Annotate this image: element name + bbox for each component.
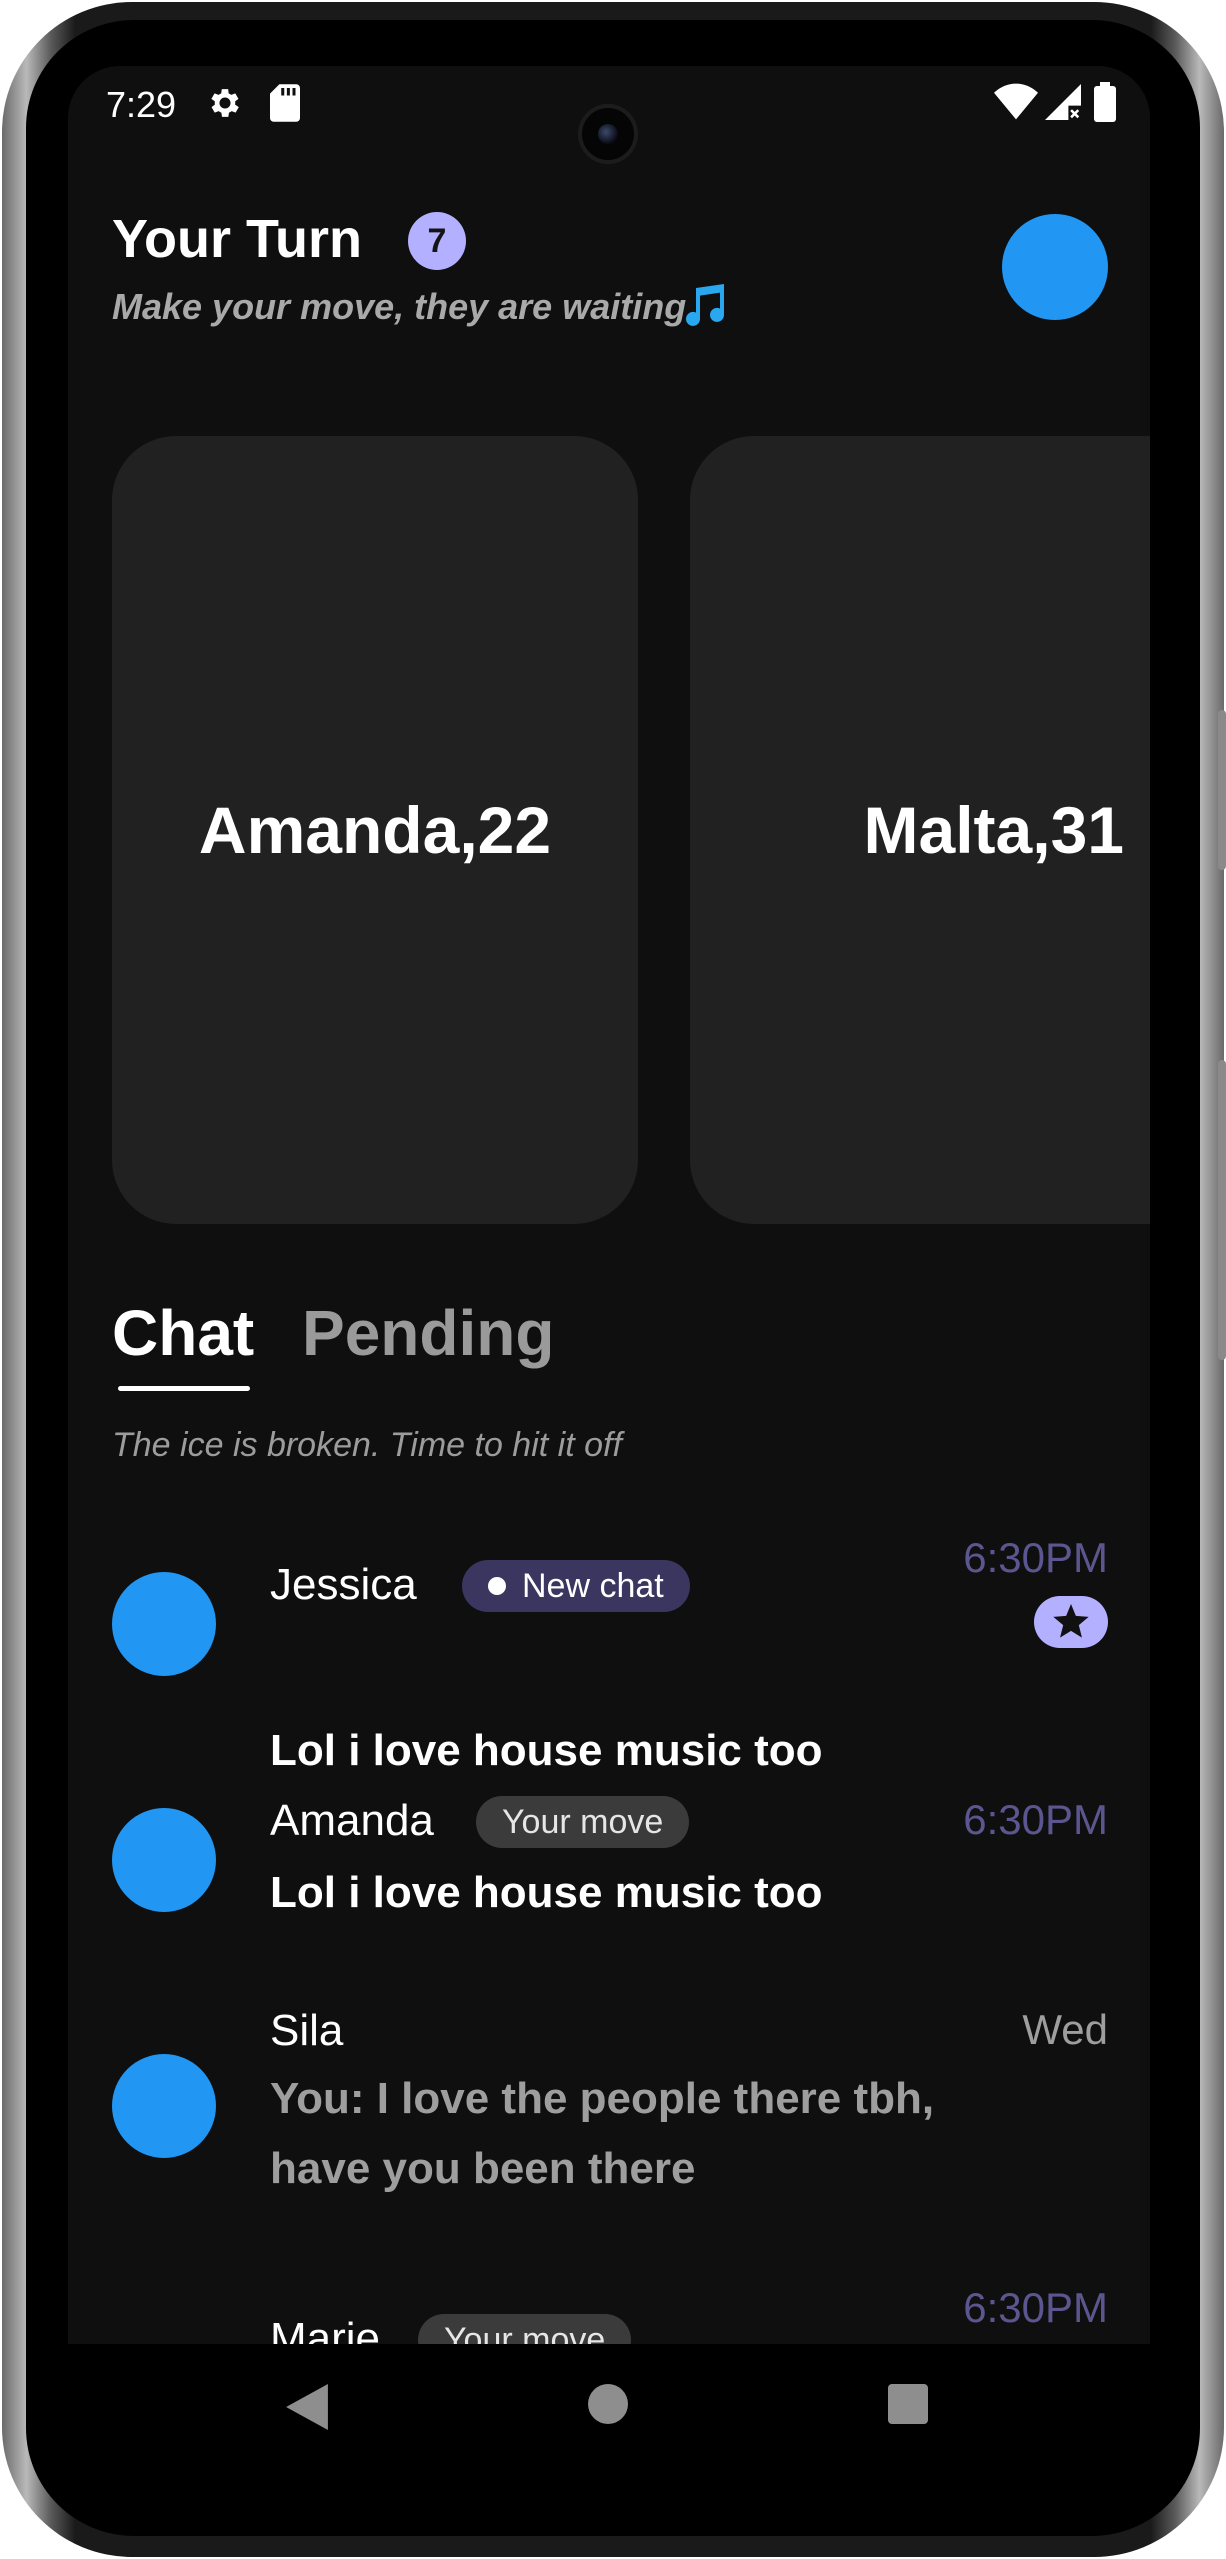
- chat-name: Jessica: [270, 1560, 417, 1609]
- active-tab-indicator: [118, 1386, 250, 1391]
- front-camera: [578, 104, 638, 164]
- new-chat-badge-label: New chat: [522, 1566, 664, 1605]
- profile-avatar[interactable]: [1002, 214, 1108, 320]
- music-note-icon: [678, 284, 726, 333]
- tab-hint: The ice is broken. Time to hit it off: [112, 1426, 622, 1464]
- chat-time: Wed: [1022, 2006, 1108, 2053]
- chat-message: You: I love the people there tbh,: [270, 2074, 935, 2123]
- system-navigation-bar: [68, 2344, 1150, 2468]
- chat-name: Amanda: [270, 1796, 434, 1845]
- chat-name: Marie: [270, 2314, 381, 2344]
- turn-count-badge: 7: [408, 212, 466, 270]
- your-move-badge: Your move: [418, 2314, 632, 2344]
- battery-icon: [1094, 82, 1116, 127]
- power-button: [1218, 710, 1226, 870]
- tab-chat[interactable]: Chat: [112, 1296, 254, 1370]
- settings-gear-icon: [206, 84, 244, 127]
- volume-button: [1218, 1060, 1226, 1360]
- chat-time: 6:30PM: [963, 2284, 1108, 2331]
- match-card[interactable]: Malta,31: [690, 436, 1150, 1224]
- your-move-badge: Your move: [476, 1796, 690, 1848]
- avatar: [112, 2054, 216, 2158]
- status-bar: 7:29: [68, 66, 1150, 166]
- chat-time: 6:30PM: [963, 1796, 1108, 1843]
- cellular-signal-icon: [1044, 84, 1082, 125]
- page-subtitle: Make your move, they are waiting: [112, 286, 687, 327]
- wifi-icon: [994, 82, 1038, 125]
- match-card-name: Malta,31: [863, 793, 1124, 867]
- home-icon[interactable]: [588, 2384, 628, 2429]
- avatar: [112, 1808, 216, 1912]
- new-chat-badge: New chat: [462, 1560, 690, 1612]
- match-card-name: Amanda,22: [198, 793, 552, 867]
- app-screen: 7:29 Your Turn 7 Make your move, they ar…: [68, 66, 1150, 2344]
- back-icon[interactable]: [286, 2384, 328, 2435]
- page-title: Your Turn: [112, 209, 362, 269]
- chat-message: Lol i love house music too: [270, 1726, 823, 1775]
- recents-icon[interactable]: [888, 2384, 928, 2429]
- dot-icon: [488, 1577, 506, 1595]
- tab-pending[interactable]: Pending: [302, 1296, 554, 1370]
- star-icon: [1034, 1596, 1108, 1648]
- chat-message-continued: have you been there: [270, 2144, 696, 2193]
- chat-name: Sila: [270, 2006, 344, 2055]
- chat-message: Lol i love house music too: [270, 1868, 823, 1917]
- match-card[interactable]: Amanda,22: [112, 436, 638, 1224]
- status-time: 7:29: [106, 84, 177, 125]
- avatar: [112, 1572, 216, 1676]
- sd-card-icon: [270, 84, 300, 127]
- chat-time: 6:30PM: [963, 1534, 1108, 1581]
